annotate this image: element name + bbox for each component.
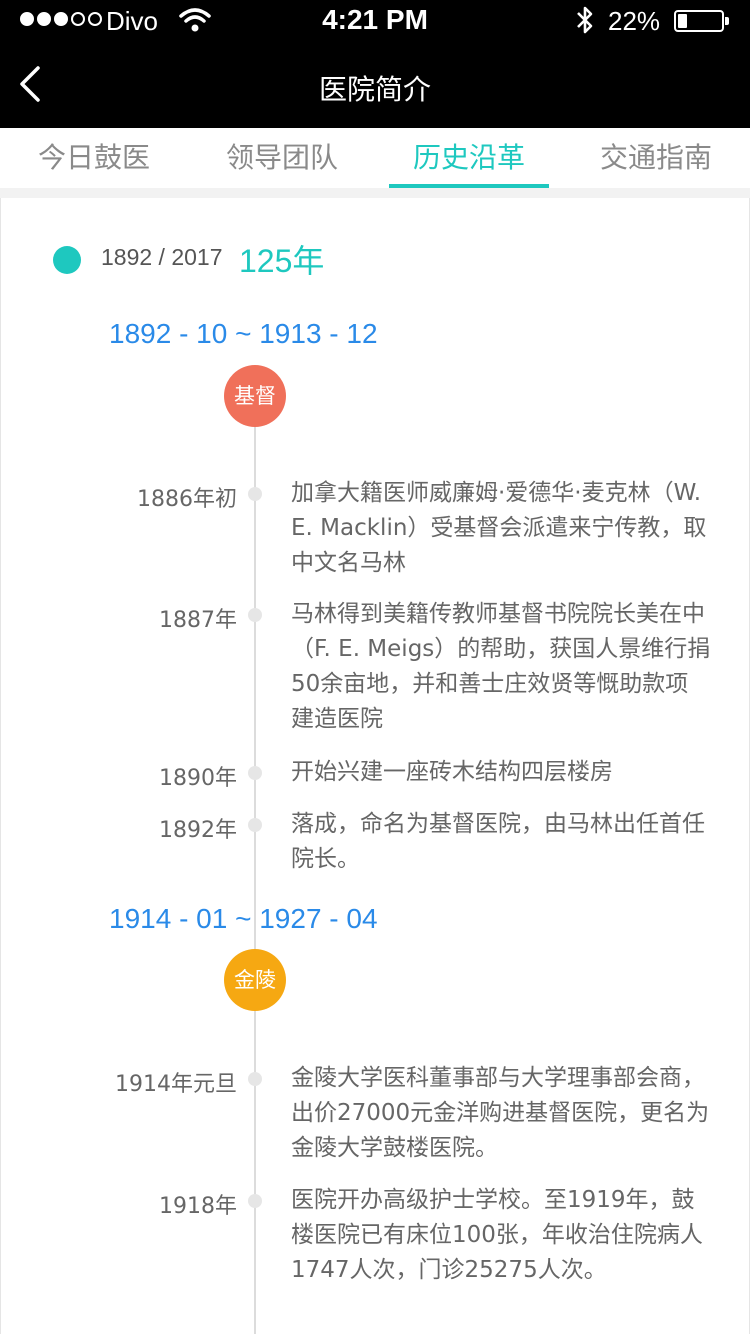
timeline-years: 1892 / 2017 [101, 244, 223, 270]
page-title: 医院简介 [318, 73, 431, 106]
bluetooth-icon [577, 6, 593, 34]
event-date: 1886年初 [137, 487, 237, 512]
event-dot [248, 766, 262, 780]
event-text: 加拿大籍医师威廉姆·爱德华·麦克林（W. E. Macklin）受基督会派遣来宁… [291, 480, 707, 576]
era-badge: 基督 [224, 365, 286, 427]
battery-tip [725, 17, 729, 25]
event-text: 马林得到美籍传教师基督书院院长美在中（F. E. Meigs）的帮助，获国人景维… [291, 601, 711, 732]
event-date: 1890年 [159, 766, 237, 791]
event-dot [248, 487, 262, 501]
tab-today[interactable]: 今日鼓医 [14, 128, 174, 188]
event-dot [248, 1194, 262, 1208]
event-dot [248, 608, 262, 622]
tab-bar: 今日鼓医 领导团队 历史沿革 交通指南 [0, 128, 750, 188]
timeline-head-dot [53, 246, 81, 274]
event-dot [248, 818, 262, 832]
timeline-span: 125年 [239, 243, 325, 279]
event-text: 医院开办高级护士学校。至1919年，鼓楼医院已有床位100张，年收治住院病人17… [291, 1187, 703, 1283]
event-date: 1892年 [159, 818, 237, 843]
history-timeline: 1892 / 2017 125年 1892 - 10 ~ 1913 - 12 基… [0, 198, 750, 1334]
navigation-bar: 医院简介 [0, 40, 750, 128]
top-bar: Divo 4:21 PM 22% 医院简介 [0, 0, 750, 128]
event-text: 金陵大学医科董事部与大学理事部会商，出价27000元金洋购进基督医院，更名为金陵… [291, 1065, 710, 1161]
era-range: 1914 - 01 ~ 1927 - 04 [109, 903, 378, 934]
event-text: 开始兴建一座砖木结构四层楼房 [291, 759, 613, 785]
status-bar: Divo 4:21 PM 22% [0, 0, 750, 40]
tab-leadership[interactable]: 领导团队 [202, 128, 362, 188]
tab-transport[interactable]: 交通指南 [576, 128, 736, 188]
battery-level [678, 14, 687, 28]
event-dot [248, 1072, 262, 1086]
event-date: 1914年元旦 [115, 1072, 237, 1097]
divider [0, 188, 750, 198]
era-badge: 金陵 [224, 949, 286, 1011]
event-text: 落成，命名为基督医院，由马林出任首任院长。 [291, 811, 705, 872]
tab-history[interactable]: 历史沿革 [389, 128, 549, 188]
event-date: 1918年 [159, 1194, 237, 1219]
era-range: 1892 - 10 ~ 1913 - 12 [109, 318, 378, 349]
battery-percentage: 22% [608, 6, 661, 36]
event-date: 1887年 [159, 608, 237, 633]
battery-icon [674, 10, 724, 32]
